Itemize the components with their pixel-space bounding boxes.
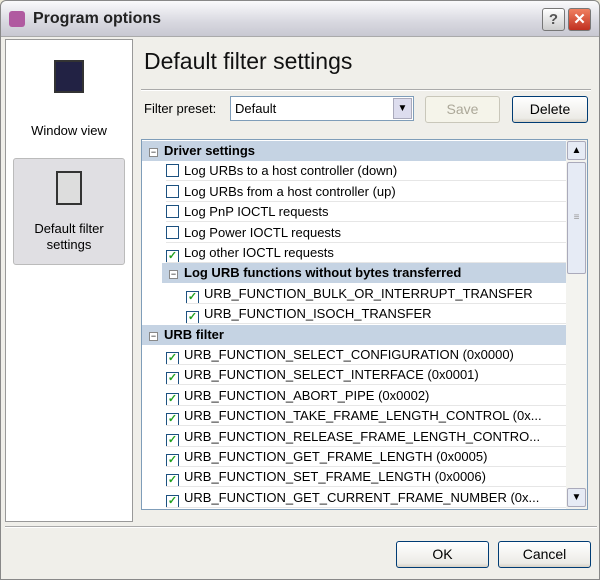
checkbox-checked[interactable]: ✓ bbox=[166, 250, 179, 262]
row-label: Log Power IOCTL requests bbox=[184, 224, 342, 240]
tree-group-row[interactable]: − Log URB functions without bytes transfe… bbox=[162, 263, 566, 284]
tree-item-row[interactable]: ✓ URB_FUNCTION_RELEASE_FRAME_LENGTH_CONTR… bbox=[166, 427, 566, 447]
checkbox-checked[interactable]: ✓ bbox=[166, 494, 179, 507]
sidebar-item-label: Default filter settings bbox=[34, 221, 104, 252]
tree-item-row[interactable]: ✓ URB_FUNCTION_TAKE_FRAME_LENGTH_CONTROL … bbox=[166, 406, 566, 427]
scroll-thumb[interactable]: ≡ bbox=[567, 162, 586, 274]
filter-preset-value: Default bbox=[235, 101, 277, 116]
page-title: Default filter settings bbox=[144, 48, 353, 74]
window-title: Program options bbox=[33, 10, 162, 27]
checkbox-checked[interactable]: ✓ bbox=[166, 433, 179, 446]
ok-button[interactable]: OK bbox=[396, 541, 489, 568]
row-label: URB_FUNCTION_SET_FRAME_LENGTH (0x0006) bbox=[184, 469, 486, 485]
row-label: URB_FUNCTION_RELEASE_FRAME_LENGTH_CONTRO… bbox=[184, 428, 541, 444]
row-label: URB_FUNCTION_BULK_OR_INTERRUPT_TRANSFER bbox=[204, 285, 533, 301]
window-view-icon bbox=[54, 60, 84, 93]
footer-divider bbox=[5, 526, 597, 528]
tree-item-row[interactable]: ✓ URB_FUNCTION_SELECT_CONFIGURATION (0x00… bbox=[166, 345, 566, 365]
checkbox-checked[interactable]: ✓ bbox=[166, 413, 179, 426]
row-label: URB_FUNCTION_TAKE_FRAME_LENGTH_CONTROL (… bbox=[184, 408, 542, 424]
close-button[interactable]: ✕ bbox=[568, 8, 591, 31]
tree-item-row[interactable]: Log URBs to a host controller (down) bbox=[166, 161, 566, 182]
chevron-down-icon[interactable]: ▼ bbox=[393, 98, 412, 119]
collapse-icon[interactable]: − bbox=[149, 148, 158, 157]
row-label: URB_FUNCTION_ABORT_PIPE (0x0002) bbox=[184, 387, 430, 403]
title-bar: Program options ? ✕ bbox=[1, 1, 599, 37]
row-label: Log PnP IOCTL requests bbox=[184, 204, 329, 220]
checkbox-checked[interactable]: ✓ bbox=[186, 290, 199, 303]
options-sidebar: Window view Default filter settings bbox=[5, 39, 133, 522]
save-button[interactable]: Save bbox=[425, 96, 500, 123]
tree-item-row[interactable]: ✓ URB_FUNCTION_SELECT_INTERFACE (0x0001) bbox=[166, 365, 566, 386]
filter-preset-select[interactable]: Default ▼ bbox=[230, 96, 414, 121]
cancel-button[interactable]: Cancel bbox=[498, 541, 591, 568]
row-label: URB filter bbox=[164, 326, 224, 342]
tree-item-row[interactable]: ✓ URB_FUNCTION_SET_FRAME_LENGTH (0x0006) bbox=[166, 467, 566, 488]
tree-item-row[interactable]: Log Power IOCTL requests bbox=[166, 223, 566, 243]
row-label: Driver settings bbox=[164, 143, 256, 158]
row-label: URB_FUNCTION_SELECT_INTERFACE (0x0001) bbox=[184, 367, 479, 383]
scroll-up-icon[interactable]: ▲ bbox=[567, 141, 586, 160]
tree-item-row[interactable]: ✓ URB_FUNCTION_GET_CURRENT_FRAME_NUMBER (… bbox=[166, 488, 566, 508]
checkbox-checked[interactable]: ✓ bbox=[166, 474, 179, 487]
tree-item-row[interactable]: ✓ URB_FUNCTION_GET_FRAME_LENGTH (0x0005) bbox=[166, 447, 566, 467]
row-label: Log URB functions without bytes transfer… bbox=[184, 265, 462, 281]
checkbox-unchecked[interactable] bbox=[166, 205, 179, 219]
tree-group-row[interactable]: − Driver settings bbox=[142, 141, 566, 161]
filter-preset-label: Filter preset: bbox=[144, 101, 217, 116]
tree-item-row[interactable]: ✓ URB_FUNCTION_BULK_OR_INTERRUPT_TRANSFER bbox=[186, 284, 566, 304]
filter-settings-icon bbox=[56, 171, 82, 205]
row-label: Log other IOCTL requests bbox=[184, 245, 334, 260]
sidebar-item-window-view[interactable]: Window view bbox=[13, 50, 125, 150]
checkbox-checked[interactable]: ✓ bbox=[166, 392, 179, 405]
delete-button[interactable]: Delete bbox=[512, 96, 588, 123]
divider bbox=[141, 89, 591, 91]
tree-item-row[interactable]: ✓ URB_FUNCTION_ISOCH_TRANSFER bbox=[186, 304, 566, 325]
checkbox-checked[interactable]: ✓ bbox=[166, 454, 179, 466]
program-options-dialog: Program options ? ✕ Window view Default … bbox=[0, 0, 600, 580]
collapse-icon[interactable]: − bbox=[169, 270, 178, 280]
tree-item-row[interactable]: ✓ Log other IOCTL requests bbox=[166, 243, 566, 263]
row-label: URB_FUNCTION_SELECT_CONFIGURATION (0x000… bbox=[184, 347, 514, 362]
filter-tree-list[interactable]: ✓ URB_FUNCTION_GET_CURRENT_FRAME_NUMBER (… bbox=[141, 139, 588, 510]
collapse-icon[interactable]: − bbox=[149, 331, 158, 341]
row-label: URB_FUNCTION_GET_CURRENT_FRAME_NUMBER (0… bbox=[184, 489, 540, 505]
row-label: URB_FUNCTION_GET_FRAME_LENGTH (0x0005) bbox=[184, 449, 488, 464]
tree-item-row[interactable]: Log PnP IOCTL requests bbox=[166, 202, 566, 223]
sidebar-item-default-filter-settings[interactable]: Default filter settings bbox=[13, 158, 125, 265]
tree-item-row[interactable]: ✓ URB_FUNCTION_ABORT_PIPE (0x0002) bbox=[166, 386, 566, 406]
row-label: URB_FUNCTION_ISOCH_TRANSFER bbox=[204, 306, 432, 322]
checkbox-checked[interactable]: ✓ bbox=[166, 352, 179, 364]
checkbox-checked[interactable]: ✓ bbox=[166, 372, 179, 385]
help-button[interactable]: ? bbox=[542, 8, 565, 31]
app-icon bbox=[9, 11, 25, 27]
row-label: Log URBs to a host controller (down) bbox=[184, 163, 398, 179]
vertical-scrollbar[interactable]: ▲ ≡ ▼ bbox=[566, 140, 587, 509]
sidebar-item-label: Window view bbox=[31, 123, 107, 138]
tree-group-row[interactable]: − URB filter bbox=[142, 324, 566, 345]
checkbox-unchecked[interactable] bbox=[166, 184, 179, 198]
scroll-down-icon[interactable]: ▼ bbox=[567, 488, 586, 507]
checkbox-checked[interactable]: ✓ bbox=[186, 311, 199, 324]
checkbox-unchecked[interactable] bbox=[166, 164, 179, 178]
checkbox-unchecked[interactable] bbox=[166, 225, 179, 239]
row-label: Log URBs from a host controller (up) bbox=[184, 183, 396, 199]
tree-item-row[interactable]: Log URBs from a host controller (up) bbox=[166, 182, 566, 202]
